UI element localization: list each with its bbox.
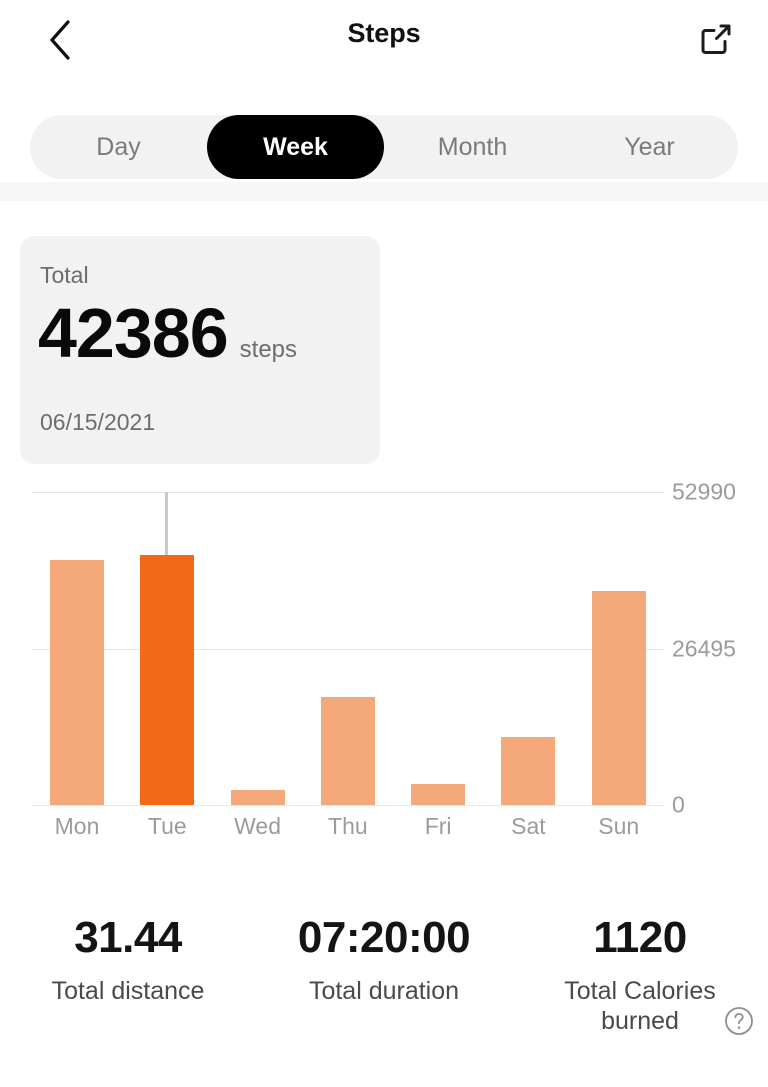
tab-month[interactable]: Month [384,115,561,179]
y-axis-tick-label: 26495 [672,635,736,661]
page-title: Steps [347,18,421,48]
total-steps-unit: steps [239,336,298,363]
stat-total-duration: 07:20:00 Total duration [256,912,512,1062]
share-external-icon [699,22,733,56]
chart-bars [32,492,664,805]
bar-slot[interactable] [574,492,664,805]
bar-slot[interactable] [393,492,483,805]
x-axis-tick-label: Mon [54,813,100,839]
tab-week[interactable]: Week [207,115,384,179]
bar-slot[interactable] [213,492,303,805]
stat-value: 1120 [593,913,687,962]
bar-slot[interactable] [303,492,393,805]
range-segmented-control[interactable]: Day Week Month Year [30,115,738,179]
tab-day[interactable]: Day [30,115,207,179]
stat-value: 07:20:00 [297,913,471,962]
x-axis-tick-label: Sat [511,813,546,839]
bar[interactable] [50,559,104,805]
stat-total-distance: 31.44 Total distance [0,912,256,1062]
bar[interactable] [591,591,646,805]
help-circle-icon [723,1005,755,1042]
bar-slot[interactable] [32,492,122,805]
selection-indicator-line [165,492,169,555]
x-axis-tick-label: Tue [147,813,187,839]
steps-detail-screen: Steps Day Week Month Year Total 42386 st… [0,0,768,1087]
stat-value: 31.44 [74,913,182,962]
stat-label: Total distance [51,976,205,1005]
total-card-value-row: 42386 steps [38,298,297,368]
app-header: Steps [0,0,768,80]
bar-slot[interactable] [122,492,212,805]
section-divider-band [0,182,768,201]
y-axis-tick-label: 52990 [672,478,736,505]
bar-slot[interactable] [483,492,573,805]
chart-x-axis: Mon Tue Wed Thu Fri Sat Sun [32,813,664,849]
bar[interactable] [320,696,375,805]
x-axis-tick-label: Thu [328,813,368,839]
chart-plot-area [32,492,664,806]
total-steps-card: Total 42386 steps 06/15/2021 [20,236,380,464]
bar[interactable] [230,790,285,805]
x-axis-tick-label: Fri [424,813,452,839]
stat-label: Total duration [308,976,460,1005]
weekly-steps-bar-chart: 52990 26495 0 Mon Tue Wed Thu Fri Sat Sun [0,478,768,850]
bar[interactable] [501,737,556,805]
total-steps-value: 42386 [38,294,229,372]
x-axis-tick-label: Sun [598,813,640,839]
total-card-date: 06/15/2021 [40,409,156,435]
tab-year[interactable]: Year [561,115,738,179]
x-axis-tick-label: Wed [234,813,281,839]
summary-stats-row: 31.44 Total distance 07:20:00 Total dura… [0,912,768,1062]
bar-selected[interactable] [140,554,195,805]
help-button[interactable] [721,1005,757,1041]
gridline [32,805,664,806]
share-button[interactable] [686,10,746,68]
bar[interactable] [411,783,466,805]
stat-label: Total Calories burned [564,976,716,1036]
total-card-label: Total [40,262,89,288]
y-axis-tick-label: 0 [672,791,685,818]
